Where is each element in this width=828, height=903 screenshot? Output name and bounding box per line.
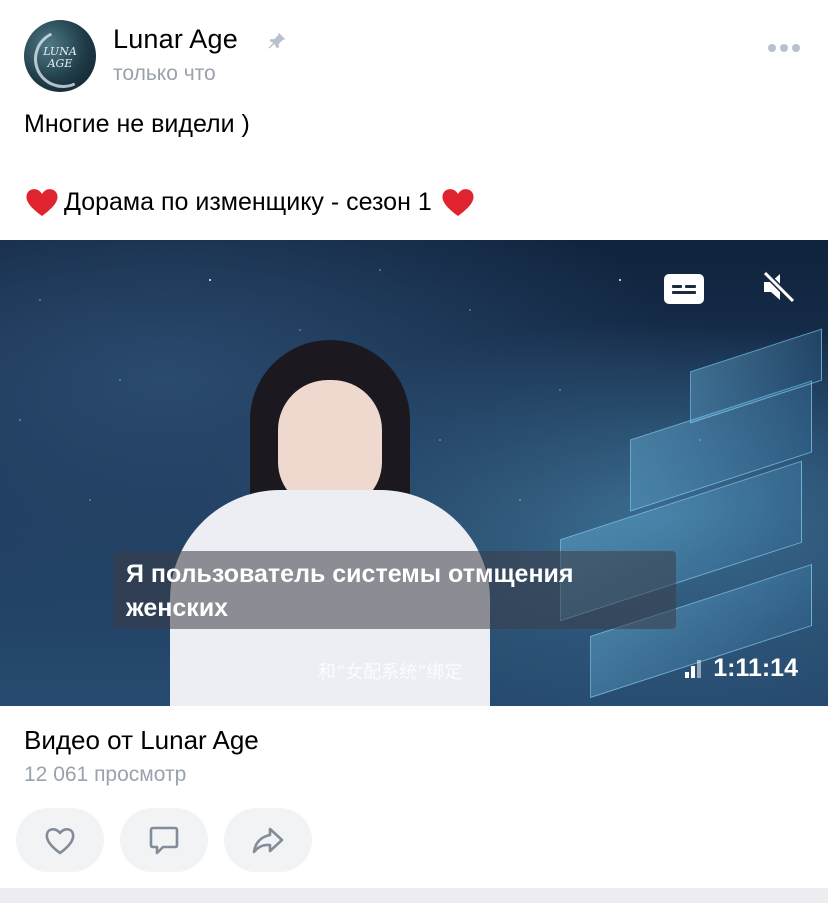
more-dots-icon[interactable] (766, 40, 802, 56)
video-title[interactable]: Видео от Lunar Age (24, 725, 259, 756)
post-separator (0, 888, 828, 903)
avatar-logo-text: LUNA AGE (43, 45, 77, 70)
post-text-line2: Дорама по изменщику - сезон 1 (24, 186, 476, 218)
post-time: только что (113, 62, 216, 85)
video-hardsub: 和“女配系统”绑定 (318, 662, 463, 683)
comment-bubble-icon (149, 826, 179, 855)
muted-speaker-icon[interactable] (760, 268, 798, 306)
video-player[interactable]: Я пользователь системы отмщения женских … (0, 240, 828, 706)
captions-icon[interactable] (664, 274, 704, 304)
post-actions (16, 808, 312, 872)
share-button[interactable] (224, 808, 312, 872)
share-arrow-icon (252, 827, 284, 854)
video-duration-text: 1:11:14 (713, 654, 798, 682)
video-views: 12 061 просмотр (24, 763, 187, 786)
heart-outline-icon (45, 828, 75, 855)
post-text-line1: Многие не видели ) (24, 110, 250, 138)
author-avatar[interactable]: LUNA AGE (24, 20, 96, 92)
video-subtitle: Я пользователь системы отмщения женских (114, 551, 676, 629)
signal-bars-icon (685, 659, 703, 678)
comment-button[interactable] (120, 808, 208, 872)
video-frame-person (160, 340, 500, 706)
author-name[interactable]: Lunar Age (113, 24, 238, 55)
post-header: LUNA AGE Lunar Age только что (0, 0, 828, 100)
red-heart-emoji-icon (26, 189, 58, 216)
video-duration: 1:11:14 (685, 654, 798, 683)
red-heart-emoji-icon (442, 189, 474, 216)
like-button[interactable] (16, 808, 104, 872)
post-text-line2-label: Дорама по изменщику - сезон 1 (64, 187, 432, 216)
pin-icon (268, 32, 286, 49)
